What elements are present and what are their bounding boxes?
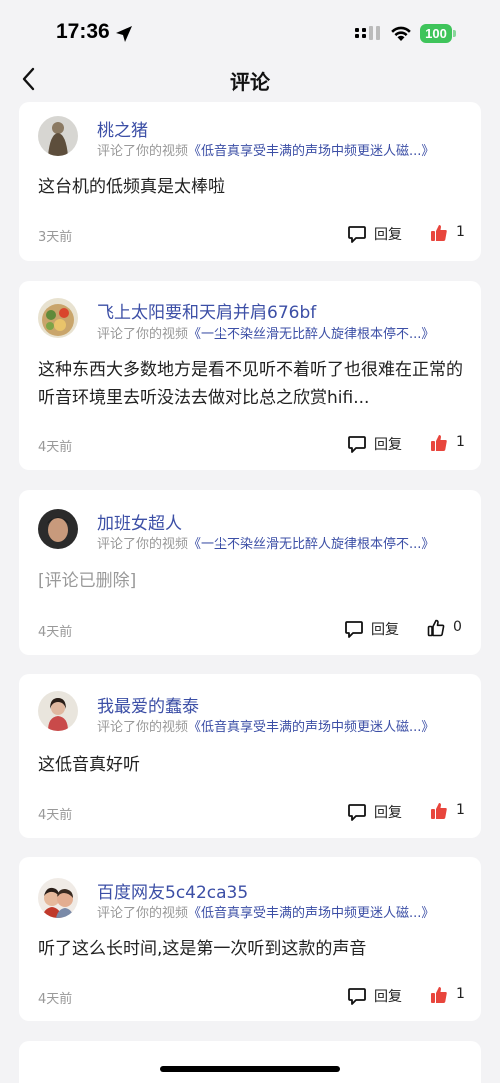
nav-bar: 评论 (0, 56, 500, 102)
comment-deleted-text: [评论已删除] (38, 571, 137, 591)
comment-text: 这低音真好听 (38, 755, 140, 775)
avatar[interactable] (38, 691, 78, 731)
like-button[interactable]: 1 (430, 433, 470, 455)
thumbs-up-filled-icon (431, 803, 447, 819)
comment-card[interactable]: 百度网友5c42ca35 评论了你的视频《低音真享受丰满的声场中频更迷人磁...… (19, 857, 481, 1021)
like-button[interactable]: 1 (430, 223, 470, 245)
thumbs-up-filled-icon (431, 435, 447, 451)
comment-card-partial[interactable] (19, 1041, 481, 1083)
video-reference[interactable]: 评论了你的视频《低音真享受丰满的声场中频更迷人磁...》 (97, 902, 434, 921)
comment-time: 4天前 (38, 440, 73, 455)
page-title: 评论 (230, 70, 270, 94)
video-reference[interactable]: 评论了你的视频《低音真享受丰满的声场中频更迷人磁...》 (97, 716, 434, 735)
cellular-signal-icon (355, 26, 380, 40)
comment-text: 这台机的低频真是太棒啦 (38, 177, 225, 197)
thumbs-up-filled-icon (431, 987, 447, 1003)
comment-text: 听了这么长时间,这是第一次听到这款的声音 (38, 939, 367, 959)
status-bar: 17:36 100 (0, 0, 500, 64)
video-title-link[interactable]: 《低音真享受丰满的声场中频更迷人磁...》 (188, 720, 434, 735)
username[interactable]: 飞上太阳要和天肩并肩676bf (97, 298, 316, 323)
reply-label: 回复 (374, 805, 402, 821)
reply-label: 回复 (374, 227, 402, 243)
like-count: 1 (456, 802, 465, 818)
ref-prefix: 评论了你的视频 (97, 537, 189, 552)
reply-comment-icon (345, 621, 363, 638)
comment-card[interactable]: 我最爱的蠢泰 评论了你的视频《低音真享受丰满的声场中频更迷人磁...》 这低音真… (19, 674, 481, 838)
battery-indicator: 100 (420, 24, 456, 43)
ref-prefix: 评论了你的视频 (97, 720, 189, 735)
thumbs-up-filled-icon (431, 225, 447, 241)
username[interactable]: 百度网友5c42ca35 (97, 878, 248, 903)
like-button[interactable]: 1 (430, 801, 470, 823)
reply-comment-icon (348, 226, 366, 243)
avatar[interactable] (38, 878, 78, 918)
reply-comment-icon (348, 436, 366, 453)
video-title-link[interactable]: 《一尘不染丝滑无比醉人旋律根本停不...》 (188, 327, 434, 342)
wifi-icon (391, 26, 411, 41)
avatar[interactable] (38, 509, 78, 549)
video-title-link[interactable]: 《低音真享受丰满的声场中频更迷人磁...》 (188, 144, 434, 159)
thumbs-up-outline-icon (427, 619, 445, 637)
username[interactable]: 我最爱的蠢泰 (97, 692, 199, 717)
reply-label: 回复 (374, 437, 402, 453)
video-reference[interactable]: 评论了你的视频《一尘不染丝滑无比醉人旋律根本停不...》 (97, 323, 434, 342)
battery-tip (453, 30, 456, 37)
ref-prefix: 评论了你的视频 (97, 327, 189, 342)
like-count: 1 (456, 434, 465, 450)
video-title-link[interactable]: 《低音真享受丰满的声场中频更迷人磁...》 (188, 906, 434, 921)
like-count: 0 (453, 619, 462, 635)
comment-card[interactable]: 加班女超人 评论了你的视频《一尘不染丝滑无比醉人旋律根本停不...》 [评论已删… (19, 490, 481, 655)
status-time: 17:36 (56, 20, 110, 43)
like-count: 1 (456, 224, 465, 240)
like-button[interactable]: 0 (427, 618, 467, 640)
battery-level: 100 (420, 24, 452, 43)
comment-time: 4天前 (38, 625, 73, 640)
reply-label: 回复 (371, 622, 399, 638)
video-reference[interactable]: 评论了你的视频《低音真享受丰满的声场中频更迷人磁...》 (97, 140, 434, 159)
location-arrow-icon (116, 26, 132, 42)
reply-comment-icon (348, 988, 366, 1005)
comment-card[interactable]: 飞上太阳要和天肩并肩676bf 评论了你的视频《一尘不染丝滑无比醉人旋律根本停不… (19, 281, 481, 470)
like-count: 1 (456, 986, 465, 1002)
video-title-link[interactable]: 《一尘不染丝滑无比醉人旋律根本停不...》 (188, 537, 434, 552)
video-reference[interactable]: 评论了你的视频《一尘不染丝滑无比醉人旋律根本停不...》 (97, 533, 434, 552)
avatar[interactable] (38, 298, 78, 338)
comment-time: 4天前 (38, 992, 73, 1007)
comment-time: 4天前 (38, 808, 73, 823)
home-indicator[interactable] (160, 1066, 340, 1072)
reply-label: 回复 (374, 989, 402, 1005)
comment-text: 这种东西大多数地方是看不见听不着听了也很难在正常的听音环境里去听没法去做对比总之… (38, 360, 463, 408)
comment-card[interactable]: 桃之猪 评论了你的视频《低音真享受丰满的声场中频更迷人磁...》 这台机的低频真… (19, 102, 481, 261)
username[interactable]: 桃之猪 (97, 116, 148, 141)
avatar[interactable] (38, 116, 78, 156)
like-button[interactable]: 1 (430, 985, 470, 1007)
reply-comment-icon (348, 804, 366, 821)
ref-prefix: 评论了你的视频 (97, 144, 189, 159)
ref-prefix: 评论了你的视频 (97, 906, 189, 921)
username[interactable]: 加班女超人 (97, 509, 182, 534)
comment-time: 3天前 (38, 230, 73, 245)
